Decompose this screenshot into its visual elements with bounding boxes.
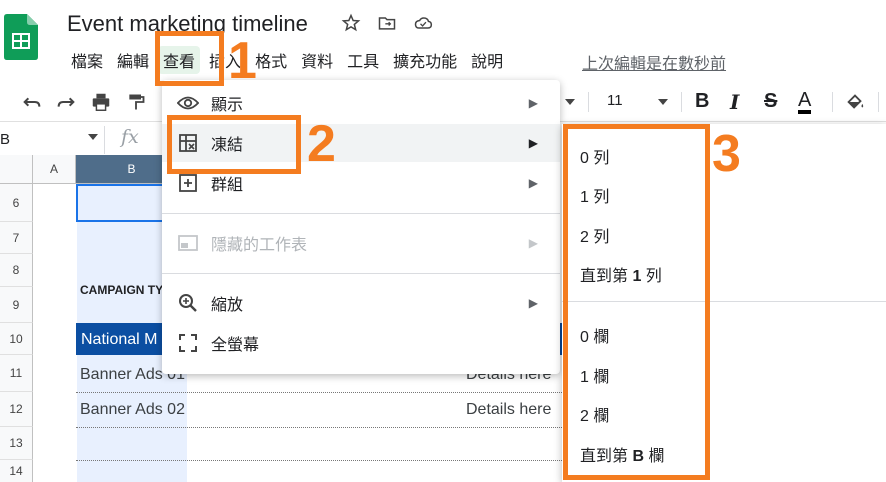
row-header-9[interactable]: 9 xyxy=(0,287,33,323)
star-icon[interactable] xyxy=(340,12,362,34)
cell-banner-ads-02[interactable]: Banner Ads 02 xyxy=(80,401,185,419)
submenu-arrow-icon: ▶ xyxy=(528,136,538,150)
submenu-arrow-icon: ▶ xyxy=(528,96,538,110)
undo-icon[interactable] xyxy=(20,90,44,114)
name-box[interactable]: B xyxy=(0,126,105,154)
print-icon[interactable] xyxy=(89,90,113,114)
font-size-select[interactable]: 11 xyxy=(607,92,623,109)
eye-icon xyxy=(176,91,200,115)
zoom-icon xyxy=(176,291,200,315)
row-header-11[interactable]: 11 xyxy=(0,355,33,392)
select-all-corner[interactable] xyxy=(0,155,33,184)
row-header-10[interactable]: 10 xyxy=(0,323,33,355)
annotation-step-2: 2 xyxy=(307,115,336,173)
column-header-a[interactable]: A xyxy=(33,155,76,184)
menu-bar: 檔案 編輯 查看 插入 格式 資料 工具 擴充功能 說明 xyxy=(66,46,512,74)
menu-item-fullscreen[interactable]: 全螢幕 xyxy=(162,324,560,362)
menu-file[interactable]: 檔案 xyxy=(66,46,108,74)
row-header-7[interactable]: 7 xyxy=(0,222,33,254)
text-color-button[interactable]: A xyxy=(798,90,812,114)
fx-icon: fx xyxy=(121,126,139,148)
row-header-6[interactable]: 6 xyxy=(0,184,33,222)
strikethrough-button[interactable]: S xyxy=(764,90,777,113)
bold-button[interactable]: B xyxy=(695,90,709,113)
font-dropdown-arrow-icon[interactable] xyxy=(563,90,577,114)
row-header-13[interactable]: 13 xyxy=(0,427,33,460)
menu-item-hidden-sheets: 隱藏的工作表 ▶ xyxy=(162,224,560,262)
italic-button[interactable]: I xyxy=(730,90,739,114)
paint-format-icon[interactable] xyxy=(124,90,148,114)
hidden-sheet-icon xyxy=(176,231,200,255)
cloud-saved-icon[interactable] xyxy=(412,12,434,34)
name-box-arrow-icon[interactable] xyxy=(88,134,98,140)
menu-item-zoom[interactable]: 縮放 ▶ xyxy=(162,284,560,322)
move-folder-icon[interactable] xyxy=(376,12,398,34)
annotation-box-2 xyxy=(167,115,301,174)
fullscreen-icon xyxy=(176,331,200,355)
annotation-step-3: 3 xyxy=(712,125,741,183)
font-size-arrow-icon[interactable] xyxy=(656,90,670,114)
cell-details-2[interactable]: Details here xyxy=(466,401,551,419)
submenu-arrow-icon: ▶ xyxy=(528,176,538,190)
row-header-8[interactable]: 8 xyxy=(0,254,33,287)
fill-color-icon[interactable] xyxy=(843,90,867,114)
sheets-logo-icon[interactable] xyxy=(4,14,38,60)
national-cell[interactable]: National M xyxy=(81,331,157,349)
annotation-box-1 xyxy=(155,31,224,86)
redo-icon[interactable] xyxy=(54,90,78,114)
menu-data[interactable]: 資料 xyxy=(296,46,338,74)
menu-help[interactable]: 說明 xyxy=(466,46,508,74)
annotation-box-3 xyxy=(563,124,710,480)
campaign-type-header: CAMPAIGN TY xyxy=(80,283,164,297)
menu-tools[interactable]: 工具 xyxy=(342,46,384,74)
submenu-arrow-icon: ▶ xyxy=(528,296,538,310)
row-header-12[interactable]: 12 xyxy=(0,392,33,427)
group-plus-icon xyxy=(176,171,200,195)
menu-edit[interactable]: 編輯 xyxy=(112,46,154,74)
menu-extensions[interactable]: 擴充功能 xyxy=(388,46,462,74)
submenu-arrow-icon: ▶ xyxy=(528,236,538,250)
row-header-14[interactable]: 14 xyxy=(0,460,33,482)
last-edit-link[interactable]: 上次編輯是在數秒前 xyxy=(582,50,726,74)
annotation-step-1: 1 xyxy=(228,32,257,90)
